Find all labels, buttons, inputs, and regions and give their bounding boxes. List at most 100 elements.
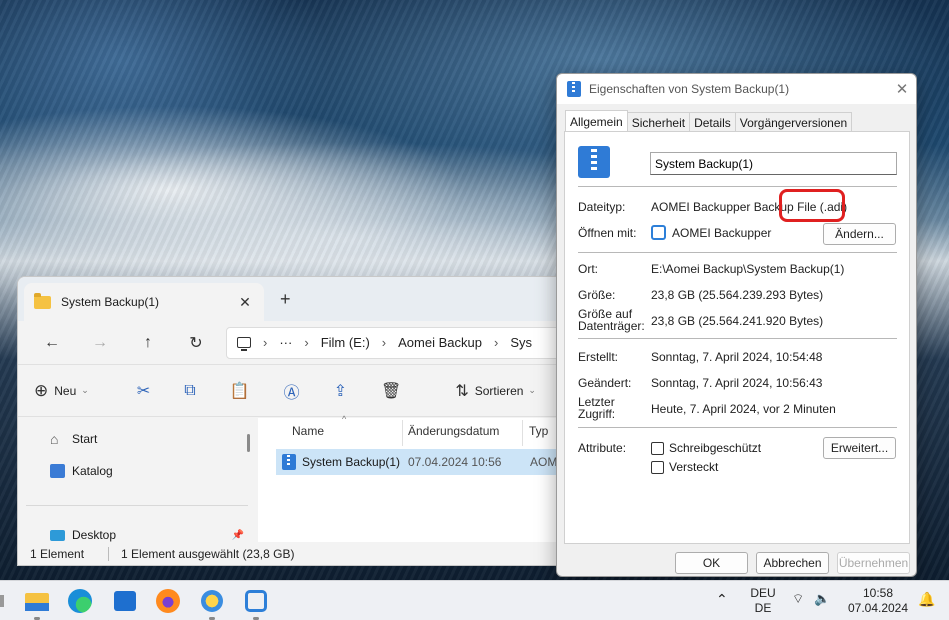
language-indicator[interactable]: DEU DE [746, 586, 780, 616]
file-list: ^ Name Änderungsdatum Typ System Backup(… [258, 414, 576, 544]
explorer-tab[interactable]: System Backup(1) ✕ [24, 283, 264, 321]
sidebar-item-desktop[interactable]: Desktop [50, 528, 116, 542]
tab-allgemein[interactable]: Allgemein [565, 110, 628, 132]
sort-button[interactable]: ⇅ Sortieren ⌄ [455, 381, 536, 401]
explorer-toolbar: ⊕ Neu ⌄ ✂ ⧉ 📋 Ⓐ ⇪ 🗑 ⇅ Sortieren ⌄ ☰ [18, 365, 576, 417]
tab-details[interactable]: Details [689, 112, 736, 131]
taskbar-firefox[interactable] [155, 588, 181, 614]
breadcrumb-current[interactable]: Sys [510, 335, 532, 350]
disksize-label-line2: Datenträger: [578, 319, 645, 333]
tab-vorgaengerversionen[interactable]: Vorgängerversionen [734, 112, 853, 131]
explorer-tab-title: System Backup(1) [61, 295, 160, 309]
column-separator [522, 420, 523, 446]
accessed-value: Heute, 7. April 2024, vor 2 Minuten [651, 402, 836, 416]
accessed-label-line2: Zugriff: [578, 407, 616, 421]
cut-button[interactable]: ✂ [137, 381, 156, 401]
firefox-icon [156, 589, 180, 613]
close-tab-icon[interactable]: ✕ [236, 294, 254, 311]
share-button[interactable]: ⇪ [334, 381, 353, 401]
gallery-icon [50, 464, 65, 478]
location-label: Ort: [578, 262, 598, 276]
new-button-label: Neu [54, 383, 77, 398]
openwith-value: AOMEI Backupper [651, 225, 771, 240]
clock[interactable]: 10:58 07.04.2024 [844, 586, 912, 616]
taskbar-edge-indicator [0, 595, 4, 607]
rename-icon: Ⓐ [283, 384, 300, 402]
up-button[interactable]: ↑ [124, 334, 172, 352]
created-label: Erstellt: [578, 350, 619, 364]
properties-dialog: Eigenschaften von System Backup(1) ✕ All… [556, 73, 917, 577]
readonly-checkbox[interactable]: Schreibgeschützt [651, 441, 761, 455]
accessed-label: Letzter Zugriff: [578, 396, 615, 420]
share-icon: ⇪ [333, 382, 347, 400]
status-separator [108, 546, 110, 561]
volume-icon[interactable]: 🔈 [814, 591, 830, 607]
change-button[interactable]: Ändern... [823, 223, 896, 245]
aomei-backupper-icon [245, 590, 267, 612]
sidebar-item-katalog[interactable]: Katalog [50, 464, 113, 478]
sort-icon: ⇅ [455, 382, 469, 400]
taskbar-file-explorer[interactable] [24, 588, 50, 620]
sidebar-item-label: Desktop [72, 528, 117, 542]
zip-file-icon [282, 454, 296, 470]
taskbar-store[interactable] [112, 588, 138, 614]
apply-button[interactable]: Übernehmen [837, 552, 910, 574]
readonly-label: Schreibgeschützt [669, 441, 762, 455]
delete-button[interactable]: 🗑 [381, 381, 407, 401]
address-bar[interactable]: › ··· › Film (E:) › Aomei Backup › Sys [226, 326, 576, 359]
checkbox-box[interactable] [651, 441, 664, 455]
tab-sicherheit[interactable]: Sicherheit [626, 112, 691, 131]
wifi-icon[interactable]: ⌔ [792, 591, 804, 607]
column-header-type[interactable]: Typ [529, 424, 548, 438]
pin-icon[interactable]: 📌 [232, 530, 244, 541]
breadcrumb-more[interactable]: ··· [279, 335, 292, 350]
sidebar-item-label: Katalog [72, 464, 113, 478]
taskbar-aomei-backupper[interactable] [243, 588, 269, 620]
rename-button[interactable]: Ⓐ [284, 379, 306, 403]
divider [578, 252, 897, 253]
ok-button[interactable]: OK [675, 552, 748, 574]
sidebar-scrollbar[interactable] [247, 434, 250, 452]
size-label: Größe: [578, 288, 616, 302]
breadcrumb-drive[interactable]: Film (E:) [321, 335, 370, 350]
chevron-right-icon: › [493, 335, 499, 350]
created-value: Sonntag, 7. April 2024, 10:54:48 [651, 350, 823, 364]
chevron-right-icon: › [263, 335, 268, 350]
copy-button[interactable]: ⧉ [184, 382, 201, 400]
cancel-button[interactable]: Abbrechen [756, 552, 829, 574]
zip-file-icon [567, 81, 581, 97]
folder-icon [34, 292, 51, 309]
hidden-checkbox[interactable]: Versteckt [651, 460, 718, 474]
table-row[interactable]: System Backup(1) 07.04.2024 10:56 AOM [276, 449, 566, 475]
checkbox-box[interactable] [651, 460, 664, 474]
forward-button[interactable]: → [76, 334, 124, 352]
new-tab-button[interactable]: + [280, 289, 291, 310]
modified-value: Sonntag, 7. April 2024, 10:56:43 [651, 376, 823, 390]
breadcrumb-folder[interactable]: Aomei Backup [398, 335, 482, 350]
taskbar-app-5[interactable] [199, 588, 225, 620]
new-button[interactable]: ⊕ Neu ⌄ [34, 381, 89, 401]
back-button[interactable]: ← [28, 334, 76, 352]
home-icon: ⌂ [50, 431, 59, 447]
attributes-label: Attribute: [578, 441, 627, 455]
column-header-modified[interactable]: Änderungsdatum [408, 424, 499, 438]
column-header-name[interactable]: Name [292, 424, 324, 438]
sidebar-item-start[interactable]: ⌂ Start [50, 432, 97, 446]
file-name-input[interactable] [650, 152, 897, 175]
explorer-tab-bar: System Backup(1) ✕ + [18, 277, 576, 321]
store-icon [114, 591, 136, 611]
notification-bell-icon[interactable]: 🔔 [918, 591, 935, 608]
tray-overflow-icon[interactable]: ⌃ [716, 591, 728, 608]
status-selection: 1 Element ausgewählt (23,8 GB) [121, 546, 295, 561]
close-dialog-button[interactable]: ✕ [888, 80, 916, 98]
refresh-button[interactable]: ↻ [172, 333, 220, 353]
sort-button-label: Sortieren [474, 383, 524, 398]
column-separator [402, 420, 403, 446]
divider [578, 186, 897, 187]
annotation-highlight [779, 189, 845, 222]
paste-button[interactable]: 📋 [230, 381, 256, 401]
clock-time: 10:58 [862, 586, 894, 600]
advanced-button[interactable]: Erweitert... [823, 437, 896, 459]
taskbar-edge[interactable] [67, 588, 93, 614]
folder-band [25, 603, 49, 611]
